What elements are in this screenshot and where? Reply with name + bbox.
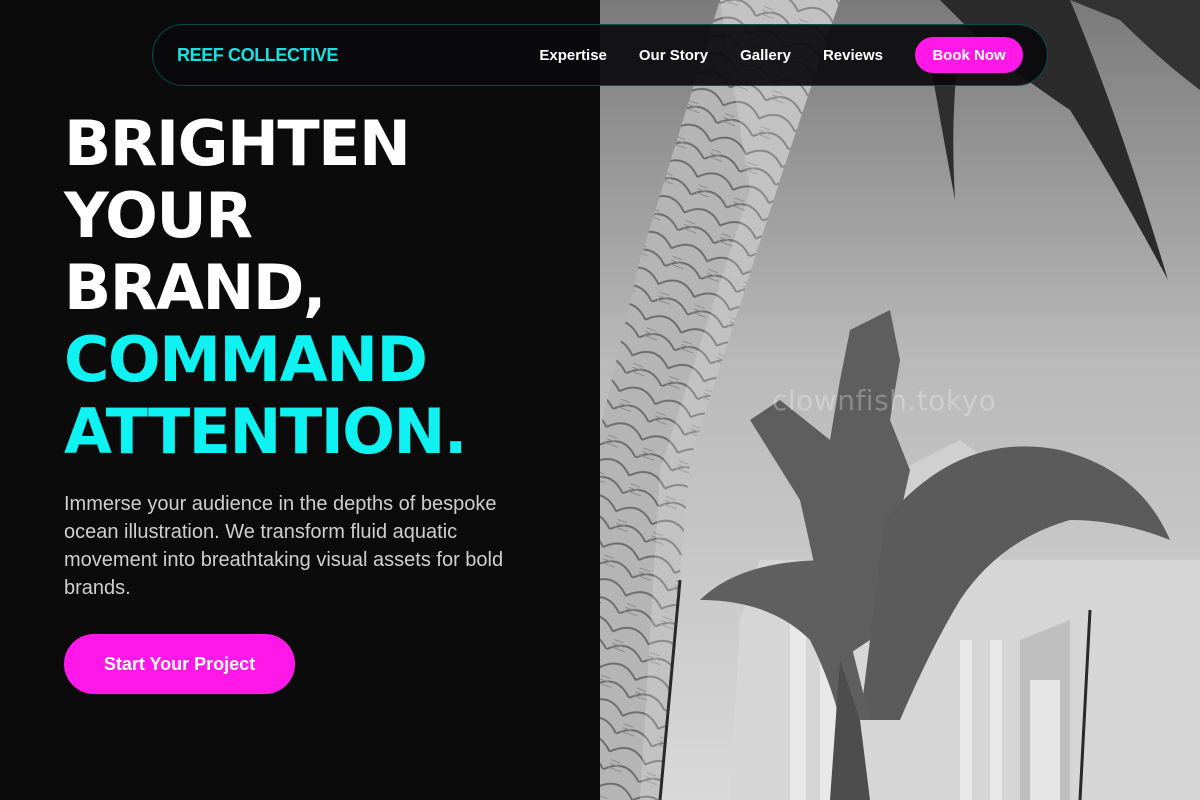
start-project-button[interactable]: Start Your Project	[64, 634, 295, 694]
brand-logo[interactable]: REEF COLLECTIVE	[177, 45, 338, 66]
headline-highlight-line: COMMAND	[64, 323, 428, 396]
headline-highlight-line: ATTENTION.	[64, 395, 467, 468]
headline-line: BRIGHTEN	[64, 107, 411, 180]
top-navbar: REEF COLLECTIVE Expertise Our Story Gall…	[152, 24, 1048, 86]
nav-link-reviews[interactable]: Reviews	[823, 47, 883, 64]
hero-headline: BRIGHTEN YOUR BRAND, COMMAND ATTENTION.	[64, 108, 604, 468]
nav-link-gallery[interactable]: Gallery	[740, 47, 791, 64]
nav-link-expertise[interactable]: Expertise	[539, 47, 607, 64]
nav-link-our-story[interactable]: Our Story	[639, 47, 708, 64]
book-now-button[interactable]: Book Now	[915, 37, 1023, 73]
headline-line: YOUR	[64, 179, 253, 252]
headline-line: BRAND,	[64, 251, 326, 324]
image-watermark: clownfish.tokyo	[772, 384, 997, 417]
hero-description: Immerse your audience in the depths of b…	[64, 493, 504, 599]
nav-links: Expertise Our Story Gallery Reviews Book…	[539, 37, 1023, 73]
